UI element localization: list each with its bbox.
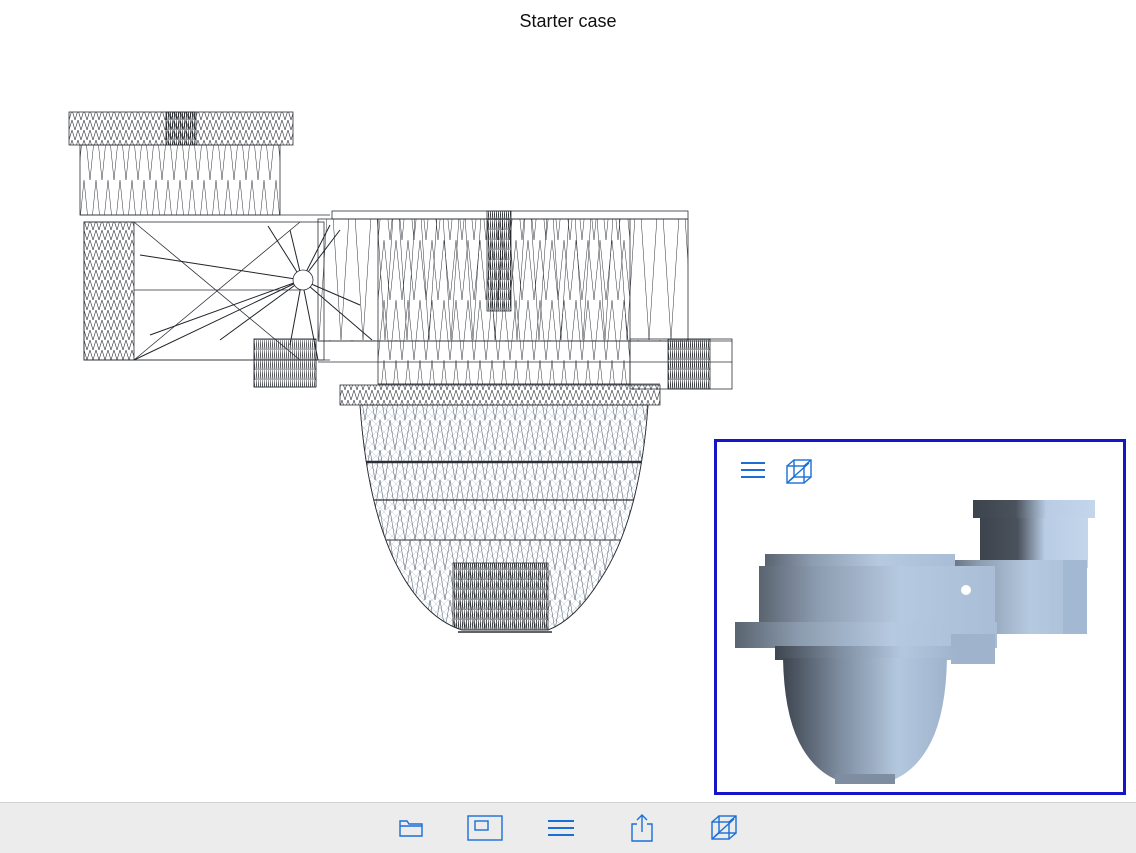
- shaded-model: [735, 500, 1095, 784]
- window-view-icon[interactable]: [466, 813, 504, 843]
- bottom-toolbar: [0, 802, 1136, 853]
- folder-icon[interactable]: [397, 813, 425, 843]
- wireframe-cube-icon[interactable]: [708, 813, 740, 843]
- share-icon[interactable]: [629, 813, 655, 843]
- menu-icon[interactable]: [546, 813, 576, 843]
- shaded-preview-inset[interactable]: [714, 439, 1126, 795]
